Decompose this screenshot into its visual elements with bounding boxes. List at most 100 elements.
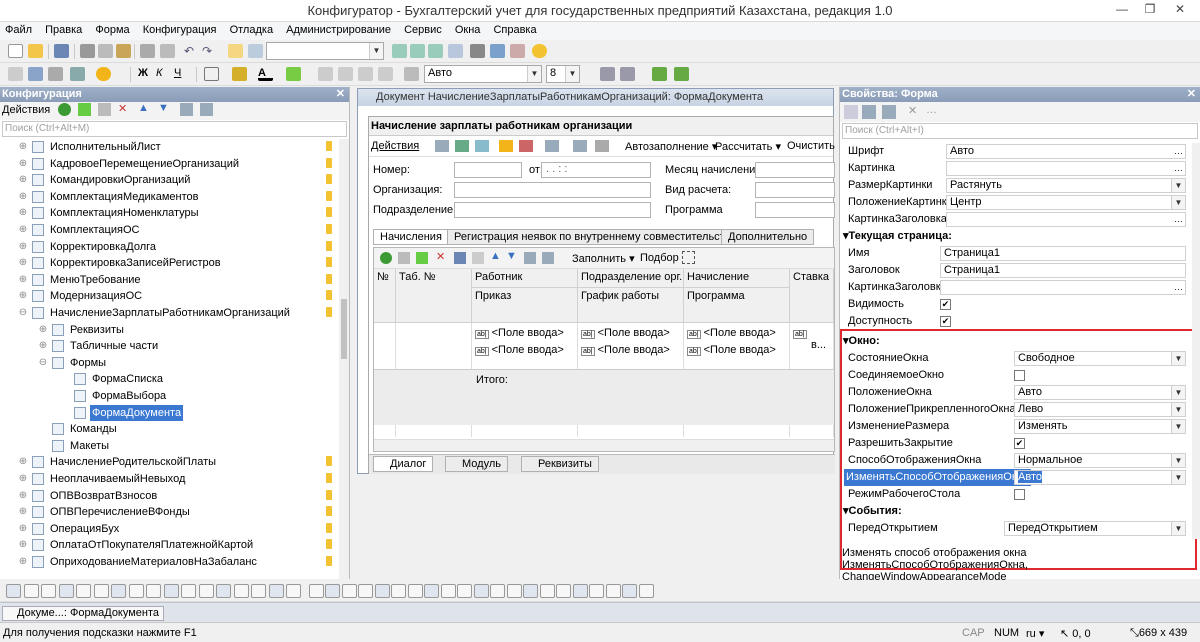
edit-row-icon[interactable] [416,252,428,264]
control-tool-icon[interactable] [473,584,489,598]
tree-item[interactable]: ⊕ КорректировкаЗаписейРегистров [0,255,340,271]
dropdown-arrow-icon[interactable]: ▼ [1171,386,1185,399]
column-subheader[interactable]: Приказ [472,288,578,323]
props-more-icon[interactable]: … [926,104,937,116]
tab-accruals[interactable]: Начисления [373,229,449,245]
property-row[interactable]: ПередОткрытием ПередОткрытием ▼ [840,520,1186,537]
format-icon[interactable] [404,67,419,81]
property-row[interactable]: КартинкаЗаголовка… [840,211,1186,228]
expand-icon[interactable]: ⊖ [18,305,28,321]
status-lang[interactable]: ru ▾ [1026,627,1044,640]
control-tool-icon[interactable] [523,584,538,598]
property-checkbox[interactable]: ✔ [940,316,951,327]
section-window[interactable]: ▾Окно: [840,333,1185,349]
input-field-placeholder[interactable]: ab| <Поле ввода> [581,327,670,339]
control-tool-icon[interactable] [374,584,390,598]
expand-icon[interactable]: ⊖ [38,355,48,371]
row-up-icon[interactable]: ▲ [490,250,501,262]
property-value[interactable]: ПередОткрытием ▼ [1004,521,1186,536]
control-tool-icon[interactable] [424,584,439,598]
underline-icon[interactable]: Ч [174,67,189,81]
menu-configuration[interactable]: Конфигурация [138,22,222,40]
configuration-search-input[interactable]: Поиск (Ctrl+Alt+M) [2,121,347,137]
db-icon[interactable] [48,67,63,81]
property-row[interactable]: ПоложениеОкна Авто ▼ [840,384,1186,401]
property-value[interactable]: Авто… [946,144,1186,159]
property-value[interactable]: Авто ▼ [1014,385,1186,400]
copy-item-icon[interactable] [98,103,111,116]
menu-form[interactable]: Форма [90,22,134,40]
italic-icon[interactable]: К [156,67,171,81]
tree-item[interactable]: ⊕ НеоплачиваемыйНевыход [0,471,340,487]
column-header[interactable]: Работник [472,269,578,288]
border-icon[interactable] [204,67,219,81]
filter-icon[interactable] [200,103,213,116]
expand-icon[interactable]: ⊕ [18,255,28,271]
form-icon-5[interactable] [519,140,533,152]
property-row[interactable]: РазмерКартинки Растянуть ▼ [840,177,1186,194]
expand-icon[interactable]: ⊕ [18,471,28,487]
align-left-icon[interactable] [318,67,333,81]
tree-item[interactable]: ⊕ КомплектацияНоменклатуры [0,205,340,221]
select-button-icon[interactable]: … [1174,213,1183,226]
tab-attributes[interactable]: Реквизиты [521,456,599,472]
shrink-font-icon[interactable] [620,67,635,81]
expand-icon[interactable]: ⊕ [18,272,28,288]
control-tool-icon[interactable] [589,584,604,598]
tree-item[interactable]: ⊕ ОПВПеречислениеВФонды [0,504,340,520]
control-tool-icon[interactable] [146,584,161,598]
expand-icon[interactable]: ⊕ [18,454,28,470]
property-row[interactable]: РазрешитьЗакрытие ✔ [840,435,1185,452]
dropdown-arrow-icon[interactable]: ▼ [1171,179,1185,192]
tree-item[interactable]: ⊖ НачислениеЗарплатыРаботникамОрганизаций [0,305,340,321]
menu-debug[interactable]: Отладка [225,22,278,40]
control-tool-icon[interactable] [308,584,324,598]
dropdown-arrow-icon[interactable]: ▼ [1171,471,1185,484]
form-icon-8[interactable] [595,140,609,152]
expand-icon[interactable]: ⊕ [18,205,28,221]
expand-icon[interactable]: ⊕ [18,156,28,172]
property-value[interactable]: Страница1 [940,263,1186,278]
tab-module[interactable]: Модуль [445,456,508,472]
tree-item[interactable]: ⊕ КадровоеПеремещениеОрганизаций [0,156,340,172]
control-tool-icon[interactable] [93,584,109,598]
row-down-icon[interactable]: ▼ [506,250,517,262]
tree-item[interactable]: ⊕ КомплектацияОС [0,222,340,238]
property-row[interactable]: ПоложениеПрикрепленногоОкна Лево ▼ [840,401,1186,418]
property-row[interactable]: СпособОтображенияОкна Нормальное ▼ [840,452,1186,469]
tab-absences[interactable]: Регистрация неявок по внутреннему совмес… [447,229,743,245]
control-tool-icon[interactable] [286,584,301,598]
autofill-menu[interactable]: Автозаполнение ▾ [625,140,717,153]
property-checkbox[interactable]: ✔ [1014,438,1025,449]
property-value[interactable]: Нормальное ▼ [1014,453,1186,468]
form-icon-6[interactable] [545,140,559,152]
delete-icon[interactable]: ✕ [118,102,127,115]
control-tool-icon[interactable] [358,584,373,598]
properties-search-input[interactable]: Поиск (Ctrl+Alt+I) [842,123,1198,139]
save-icon[interactable] [54,44,69,58]
program-field[interactable] [755,202,835,218]
clear-prop-icon[interactable]: ✕ [908,104,917,117]
tree-item[interactable]: ⊕ КорректировкаДолга [0,239,340,255]
input-field-placeholder[interactable]: ab| <Поле ввода> [687,344,776,356]
search-icon[interactable] [248,44,263,58]
control-tool-icon[interactable] [490,584,505,598]
tree-item[interactable]: ⊕ ОПВВозвратВзносов [0,488,340,504]
tree-item[interactable]: ⊕ КомандировкиОрганизаций [0,172,340,188]
property-row[interactable]: Картинка… [840,160,1186,177]
tree-item[interactable]: ФормаВыбора [0,388,340,404]
control-tool-icon[interactable] [216,584,231,598]
date-field[interactable]: . . : : [541,162,651,178]
control-tool-icon[interactable] [128,584,144,598]
align-center-icon[interactable] [338,67,353,81]
bold-icon[interactable]: Ж [138,67,153,81]
add-icon[interactable] [58,103,71,116]
sort-alpha-icon[interactable] [844,105,858,119]
tree-item[interactable]: Макеты [0,438,340,454]
select-button-icon[interactable]: … [1174,145,1183,158]
control-tool-icon[interactable] [268,584,284,598]
filter-props-icon[interactable] [882,105,896,119]
property-value[interactable]: Лево ▼ [1014,402,1186,417]
copy-icon[interactable] [98,44,113,58]
tree-item[interactable]: ⊕ ОприходованиеМатериаловНаЗабаланс [0,554,340,570]
